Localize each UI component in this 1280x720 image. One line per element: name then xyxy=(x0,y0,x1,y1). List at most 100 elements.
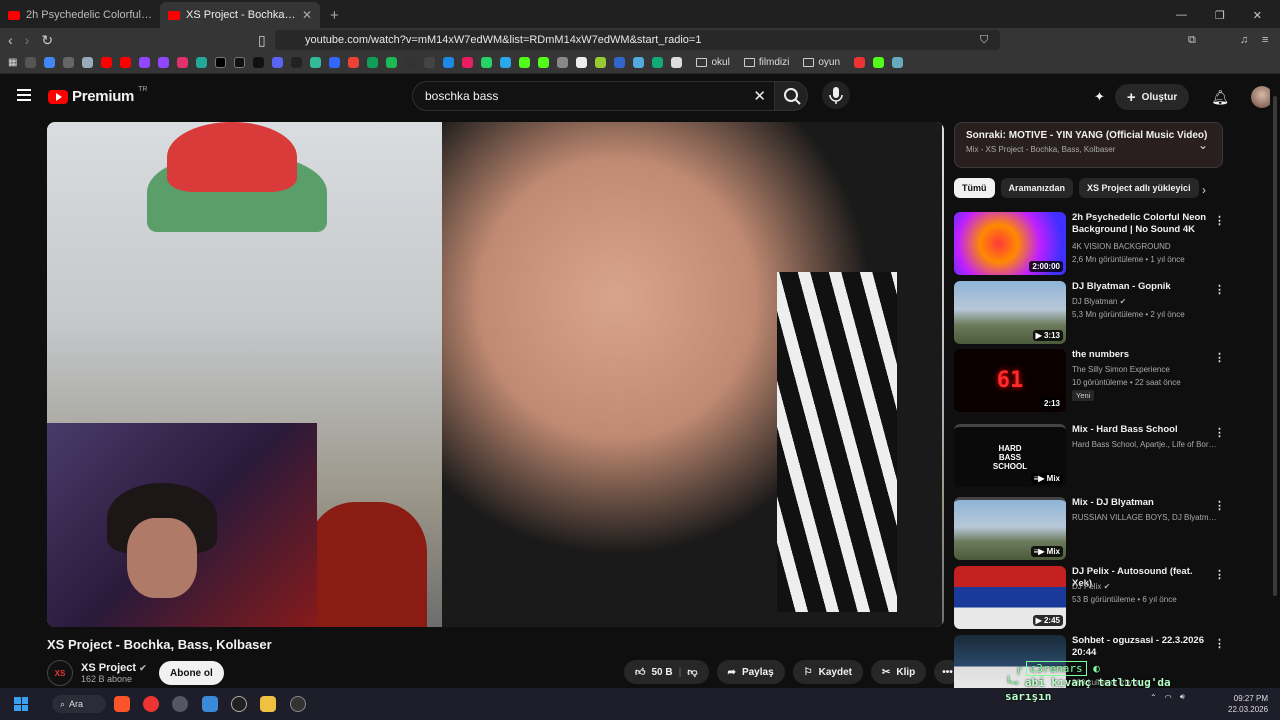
address-bar[interactable]: youtube.com/watch?v=mM14xW7edWM&list=RDm… xyxy=(275,30,1000,50)
menu-icon[interactable]: ≡ xyxy=(1262,34,1268,46)
like-button[interactable]: 👍︎ 50 B | 👎︎ xyxy=(624,660,709,684)
video-title[interactable]: Mix - DJ Blyatman xyxy=(1072,497,1212,509)
apps-icon[interactable]: ▦ xyxy=(8,57,17,68)
more-vertical-icon[interactable]: ⋮ xyxy=(1214,426,1225,439)
maximize-icon[interactable]: ❐ xyxy=(1215,9,1225,22)
windows-start-icon[interactable] xyxy=(14,697,28,711)
twitch-icon[interactable] xyxy=(139,57,151,68)
new-tab-button[interactable]: + xyxy=(320,7,349,28)
chevron-down-icon[interactable]: ⌄ xyxy=(1198,138,1208,152)
brave-browser-icon[interactable] xyxy=(114,696,130,712)
page-scrollbar[interactable] xyxy=(1270,76,1280,688)
video-player[interactable] xyxy=(47,122,944,627)
discord-icon[interactable] xyxy=(272,57,284,68)
chip-all[interactable]: Tümü xyxy=(954,178,995,198)
bookmark-folder-okul[interactable]: okul xyxy=(696,57,730,68)
thumbs-down-icon[interactable]: 👎︎ xyxy=(687,666,697,678)
more-vertical-icon[interactable]: ⋮ xyxy=(1214,499,1225,512)
browser-tab-1[interactable]: 2h Psychedelic Colorful Neon Backgr xyxy=(0,2,160,28)
bookmark-icon[interactable]: ▯ xyxy=(258,32,266,49)
youtube-premium-logo[interactable]: Premium TR xyxy=(48,86,147,105)
up-next-panel[interactable]: Sonraki: MOTIVE - YIN YANG (Official Mus… xyxy=(954,122,1223,168)
close-tab-icon[interactable]: ✕ xyxy=(302,8,312,22)
wifi-icon[interactable]: ◠ xyxy=(1165,693,1172,702)
kick-icon[interactable] xyxy=(519,57,531,68)
history-icon[interactable] xyxy=(25,57,37,68)
list-item[interactable]: 2:00:00 2h Psychedelic Colorful Neon Bac… xyxy=(954,212,1225,276)
forward-icon[interactable]: › xyxy=(25,32,30,48)
video-thumbnail[interactable]: ≡▶ Mix xyxy=(954,497,1066,560)
app-icon[interactable] xyxy=(231,696,247,712)
bookmark-icon[interactable] xyxy=(462,57,474,68)
video-thumbnail[interactable]: ▶ 2:45 xyxy=(954,566,1066,629)
tiktok-icon[interactable] xyxy=(234,57,246,68)
more-vertical-icon[interactable]: ⋮ xyxy=(1214,351,1225,364)
spotify-icon[interactable] xyxy=(386,57,398,68)
back-icon[interactable]: ‹ xyxy=(8,32,13,48)
bookmark-icon[interactable] xyxy=(329,57,341,68)
chevron-up-icon[interactable]: ⌃ xyxy=(1150,693,1157,702)
file-explorer-icon[interactable] xyxy=(260,696,276,712)
bookmark-icon[interactable] xyxy=(576,57,588,68)
google-icon[interactable] xyxy=(44,57,56,68)
cast-icon[interactable]: ✦ xyxy=(1094,89,1105,105)
voice-search-button[interactable] xyxy=(822,81,850,109)
video-thumbnail[interactable]: 61 2:13 xyxy=(954,349,1066,412)
bookmark-icon[interactable] xyxy=(892,57,904,68)
channel-name[interactable]: RUSSIAN VILLAGE BOYS, DJ Blyatman, L... xyxy=(1072,513,1217,522)
instagram-icon[interactable] xyxy=(177,57,189,68)
search-input[interactable]: boschka bass ✕ xyxy=(412,81,774,111)
list-item[interactable]: ≡▶ Mix Mix - DJ Blyatman RUSSIAN VILLAGE… xyxy=(954,497,1225,561)
channel-name[interactable]: DJ Pelix ✔ xyxy=(1072,582,1217,591)
telegram-icon[interactable] xyxy=(500,57,512,68)
create-button[interactable]: + Oluştur xyxy=(1114,84,1190,110)
channel-name[interactable]: DJ Blyatman ✔ xyxy=(1072,297,1217,306)
minimize-icon[interactable]: — xyxy=(1176,9,1187,22)
bookmark-icon[interactable] xyxy=(652,57,664,68)
whatsapp-icon[interactable] xyxy=(481,57,493,68)
more-vertical-icon[interactable]: ⋮ xyxy=(1214,283,1225,296)
more-vertical-icon[interactable]: ⋮ xyxy=(1214,568,1225,581)
bookmark-icon[interactable] xyxy=(595,57,607,68)
taskbar-search[interactable]: ⌕ Ara xyxy=(52,695,106,713)
bookmark-icon[interactable] xyxy=(291,57,303,68)
bookmark-icon[interactable] xyxy=(253,57,265,68)
bookmark-icon[interactable] xyxy=(405,57,417,68)
bookmark-icon[interactable] xyxy=(614,57,626,68)
subscribe-button[interactable]: Abone ol xyxy=(159,661,224,685)
youtube-icon[interactable] xyxy=(101,57,113,68)
volume-icon[interactable]: 🔊︎ xyxy=(1180,692,1185,702)
clear-search-icon[interactable]: ✕ xyxy=(753,87,766,105)
search-button[interactable] xyxy=(774,81,808,111)
kick-icon[interactable] xyxy=(873,57,885,68)
drive-icon[interactable] xyxy=(367,57,379,68)
more-vertical-icon[interactable]: ⋮ xyxy=(1214,637,1223,650)
list-item[interactable]: ▶ 2:45 DJ Pelix - Autosound (feat. Xek) … xyxy=(954,566,1225,630)
scrollbar-thumb[interactable] xyxy=(1273,96,1277,596)
system-clock[interactable]: 09:27 PM 22.03.2026 xyxy=(1228,693,1268,715)
bookmark-folder-oyun[interactable]: oyun xyxy=(803,57,840,68)
app-icon[interactable] xyxy=(290,696,306,712)
youtube-icon[interactable] xyxy=(120,57,132,68)
notifications-bell-icon[interactable]: 🔔︎ xyxy=(1211,89,1229,106)
music-icon[interactable]: ♫ xyxy=(1240,34,1248,46)
video-title[interactable]: DJ Blyatman - Gopnik xyxy=(1072,281,1212,293)
list-item[interactable]: 61 2:13 the numbers The Silly Simon Expe… xyxy=(954,349,1225,413)
more-vertical-icon[interactable]: ⋮ xyxy=(1214,214,1225,227)
chip-from-uploader[interactable]: XS Project adlı yükleyici xyxy=(1079,178,1199,198)
bookmark-icon[interactable] xyxy=(671,57,683,68)
app-icon[interactable] xyxy=(172,696,188,712)
share-button[interactable]: ➦ Paylaş xyxy=(716,660,785,684)
channel-name[interactable]: XS Project ✔ xyxy=(81,662,147,674)
video-title[interactable]: Mix - Hard Bass School xyxy=(1072,424,1212,436)
chip-from-search[interactable]: Aramanızdan xyxy=(1000,178,1074,198)
channel-avatar[interactable]: XS xyxy=(47,660,73,686)
bookmark-icon[interactable] xyxy=(633,57,645,68)
bookmark-icon[interactable] xyxy=(854,57,866,68)
hamburger-menu-icon[interactable] xyxy=(17,89,31,101)
clip-button[interactable]: ✂ Klip xyxy=(870,660,927,684)
bookmark-icon[interactable] xyxy=(82,57,94,68)
extensions-icon[interactable]: ⧉ xyxy=(1188,34,1196,47)
bookmark-icon[interactable] xyxy=(424,57,436,68)
list-item[interactable]: HARD BASS SCHOOL ≡▶ Mix Mix - Hard Bass … xyxy=(954,424,1225,488)
